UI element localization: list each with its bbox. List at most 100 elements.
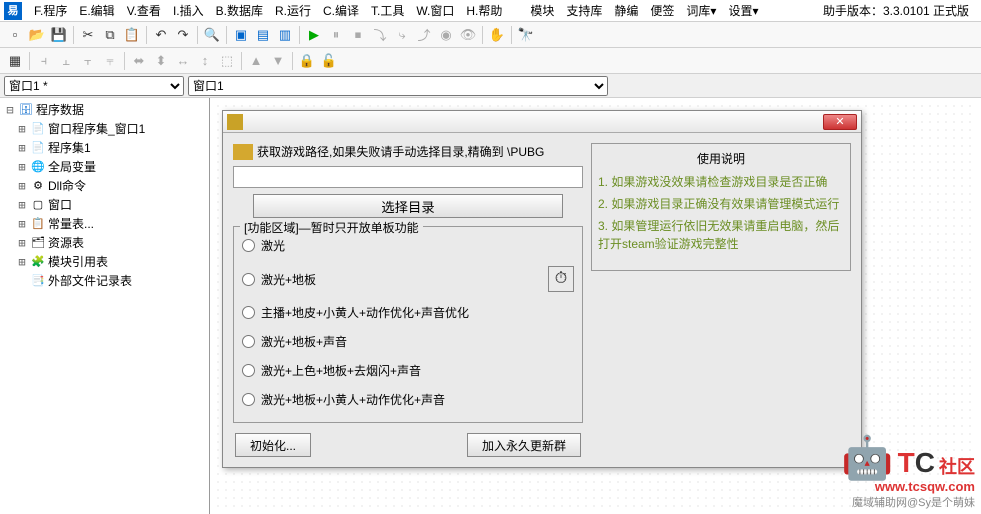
layout3-icon[interactable]: ▥: [275, 25, 295, 45]
copy-icon[interactable]: ⧉: [100, 25, 120, 45]
radio-label: 激光: [261, 237, 285, 254]
path-input[interactable]: [233, 166, 583, 188]
design-canvas[interactable]: ✕ 获取游戏路径,如果失败请手动选择目录,精确到 \PUBG 选择目录 [功能区…: [214, 102, 977, 510]
tree-item[interactable]: ⊞📄程序集1: [2, 138, 207, 157]
ext-icon: 📑: [30, 274, 46, 288]
menu-view[interactable]: V.查看: [121, 2, 167, 19]
menu-tools[interactable]: T.工具: [365, 2, 410, 19]
align-right-icon[interactable]: ⫟: [78, 51, 98, 71]
radio-option[interactable]: [242, 393, 255, 406]
feature-fieldset: [功能区域]—暂时只开放单板功能 激光 激光+地板⏱ 主播+地皮+小黄人+动作优…: [233, 226, 583, 423]
align-left-icon[interactable]: ⫞: [34, 51, 54, 71]
select-dir-button[interactable]: 选择目录: [253, 194, 563, 218]
tree-item[interactable]: ⊞📄窗口程序集_窗口1: [2, 119, 207, 138]
open-file-icon[interactable]: 📂: [27, 25, 47, 45]
lock-icon[interactable]: 🔒: [297, 51, 317, 71]
res-icon: 🗂: [30, 236, 46, 250]
designed-form[interactable]: ✕ 获取游戏路径,如果失败请手动选择目录,精确到 \PUBG 选择目录 [功能区…: [222, 110, 862, 468]
save-icon[interactable]: 💾: [49, 25, 69, 45]
layout1-icon[interactable]: ▣: [231, 25, 251, 45]
new-file-icon[interactable]: ▫: [5, 25, 25, 45]
project-tree[interactable]: ⊟ 🗄 程序数据 ⊞📄窗口程序集_窗口1 ⊞📄程序集1 ⊞🌐全局变量 ⊞⚙Dll…: [0, 98, 210, 514]
menu-insert[interactable]: I.插入: [167, 2, 210, 19]
window-select-1[interactable]: 窗口1 *: [4, 76, 184, 96]
same-height-icon[interactable]: ↕: [195, 51, 215, 71]
tree-item[interactable]: ⊞🗂资源表: [2, 233, 207, 252]
tree-item[interactable]: ⊞📋常量表...: [2, 214, 207, 233]
menu-dict[interactable]: 词库▾: [680, 2, 722, 19]
radio-option[interactable]: [242, 306, 255, 319]
form-body: 获取游戏路径,如果失败请手动选择目录,精确到 \PUBG 选择目录 [功能区域]…: [223, 133, 861, 467]
hand-icon[interactable]: ✋: [487, 25, 507, 45]
tree-item[interactable]: 📑外部文件记录表: [2, 271, 207, 290]
radio-option[interactable]: [242, 364, 255, 377]
menu-program[interactable]: F.程序: [28, 2, 73, 19]
step-out-icon[interactable]: ⤴: [414, 25, 434, 45]
menu-run[interactable]: R.运行: [269, 2, 317, 19]
window-select-2[interactable]: 窗口1: [188, 76, 608, 96]
module-icon: 📄: [30, 141, 46, 155]
paste-icon[interactable]: 📋: [122, 25, 142, 45]
help-line: 2. 如果游戏目录正确没有效果请管理模式运行: [598, 195, 844, 213]
bring-front-icon[interactable]: ▲: [246, 51, 266, 71]
dll-icon: ⚙: [30, 179, 46, 193]
menu-window[interactable]: W.窗口: [410, 2, 460, 19]
main-area: ⊟ 🗄 程序数据 ⊞📄窗口程序集_窗口1 ⊞📄程序集1 ⊞🌐全局变量 ⊞⚙Dll…: [0, 98, 981, 514]
tree-item[interactable]: ⊞🌐全局变量: [2, 157, 207, 176]
radio-label: 激光+上色+地板+去烟闪+声音: [261, 362, 421, 379]
radio-option[interactable]: [242, 239, 255, 252]
form-titlebar[interactable]: ✕: [223, 111, 861, 133]
layout2-icon[interactable]: ▤: [253, 25, 273, 45]
run-icon[interactable]: ▶: [304, 25, 324, 45]
expander-icon[interactable]: ⊟: [4, 103, 16, 117]
same-width-icon[interactable]: ↔: [173, 51, 193, 71]
tree-root[interactable]: ⊟ 🗄 程序数据: [2, 100, 207, 119]
find-icon[interactable]: 🔍: [202, 25, 222, 45]
menu-note[interactable]: 便签: [644, 2, 680, 19]
dist-v-icon[interactable]: ⬍: [151, 51, 171, 71]
menu-edit[interactable]: E.编辑: [73, 2, 120, 19]
same-size-icon[interactable]: ⬚: [217, 51, 237, 71]
watch-icon[interactable]: 👁: [458, 25, 478, 45]
align-top-icon[interactable]: ⫧: [100, 51, 120, 71]
toolbar-align: ▦ ⫞ ⫠ ⫟ ⫧ ⬌ ⬍ ↔ ↕ ⬚ ▲ ▼ 🔒 🔓: [0, 48, 981, 74]
menu-support[interactable]: 支持库: [560, 2, 608, 19]
send-back-icon[interactable]: ▼: [268, 51, 288, 71]
grid-toggle-icon[interactable]: ▦: [5, 51, 25, 71]
unlock-icon[interactable]: 🔓: [319, 51, 339, 71]
tree-item[interactable]: ⊞🧩模块引用表: [2, 252, 207, 271]
join-group-button[interactable]: 加入永久更新群: [467, 433, 581, 457]
radio-option[interactable]: [242, 273, 255, 286]
step-into-icon[interactable]: ⤷: [392, 25, 412, 45]
menu-help[interactable]: H.帮助: [460, 2, 508, 19]
redo-icon[interactable]: ↷: [173, 25, 193, 45]
folder-icon: [233, 144, 253, 160]
pause-icon[interactable]: ⏸: [326, 25, 346, 45]
tree-item[interactable]: ⊞⚙Dll命令: [2, 176, 207, 195]
menubar: 易 F.程序 E.编辑 V.查看 I.插入 B.数据库 R.运行 C.编译 T.…: [0, 0, 981, 22]
menu-settings[interactable]: 设置▾: [722, 2, 764, 19]
radio-option[interactable]: [242, 335, 255, 348]
close-icon[interactable]: ✕: [823, 114, 857, 130]
design-area[interactable]: ✕ 获取游戏路径,如果失败请手动选择目录,精确到 \PUBG 选择目录 [功能区…: [210, 98, 981, 514]
dist-h-icon[interactable]: ⬌: [129, 51, 149, 71]
menu-compile[interactable]: C.编译: [317, 2, 365, 19]
undo-icon[interactable]: ↶: [151, 25, 171, 45]
db-icon: 🗄: [18, 103, 34, 117]
binoculars-icon[interactable]: 🔭: [516, 25, 536, 45]
cut-icon[interactable]: ✂: [78, 25, 98, 45]
init-button[interactable]: 初始化...: [235, 433, 311, 457]
step-over-icon[interactable]: ⤵: [370, 25, 390, 45]
radio-label: 激光+地板+声音: [261, 333, 347, 350]
menu-static[interactable]: 静编: [608, 2, 644, 19]
menu-database[interactable]: B.数据库: [210, 2, 269, 19]
align-center-icon[interactable]: ⫠: [56, 51, 76, 71]
help-line: 1. 如果游戏没效果请检查游戏目录是否正确: [598, 173, 844, 191]
breakpoint-icon[interactable]: ◉: [436, 25, 456, 45]
stop-icon[interactable]: ⏹: [348, 25, 368, 45]
help-title: 使用说明: [598, 150, 844, 167]
radio-label: 激光+地板+小黄人+动作优化+声音: [261, 391, 445, 408]
tree-item[interactable]: ⊞▢窗口: [2, 195, 207, 214]
menu-module[interactable]: 模块: [524, 2, 560, 19]
var-icon: 🌐: [30, 160, 46, 174]
